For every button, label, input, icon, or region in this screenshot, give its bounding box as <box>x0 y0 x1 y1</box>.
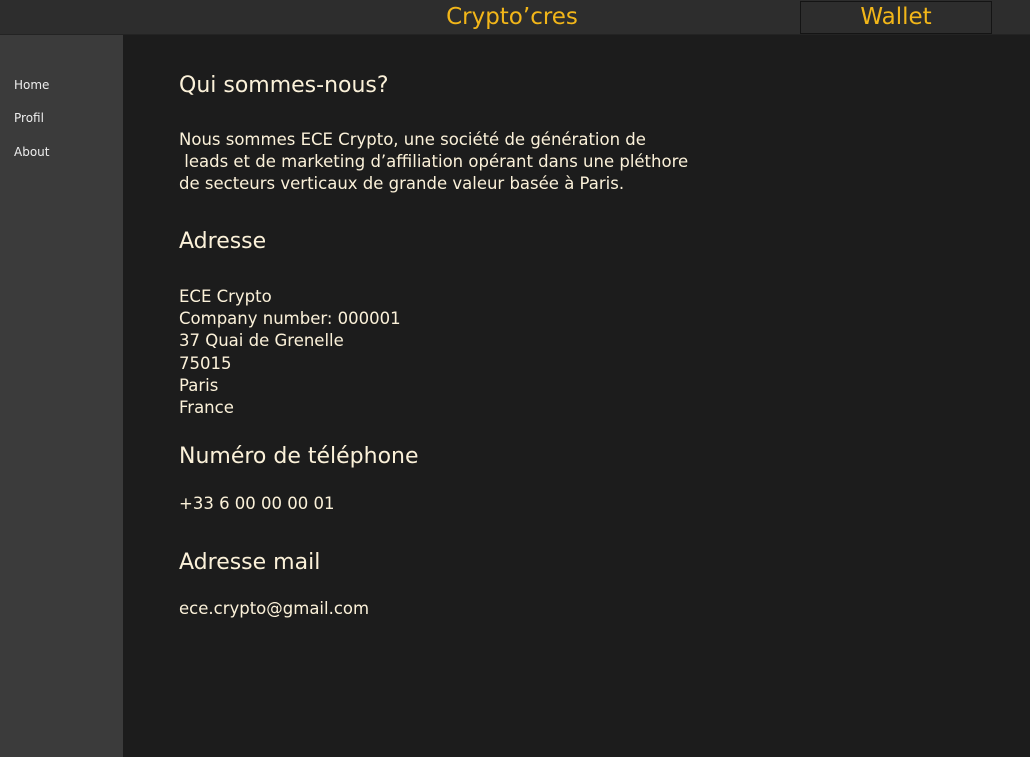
sidebar-item-about[interactable]: About <box>14 144 49 160</box>
email-address[interactable]: ece.crypto@gmail.com <box>179 598 369 620</box>
about-content: Qui sommes-nous? Nous sommes ECE Crypto,… <box>123 35 1030 757</box>
phone-number: +33 6 00 00 00 01 <box>179 494 335 513</box>
about-paragraph: Nous sommes ECE Crypto, une société de g… <box>179 129 688 196</box>
address-line: France <box>179 398 234 418</box>
address-line: ECE Crypto <box>179 287 272 306</box>
brand-title[interactable]: Crypto’cres <box>420 3 604 31</box>
address-heading: Adresse <box>179 229 267 254</box>
about-line: de secteurs verticaux de grande valeur b… <box>179 174 625 194</box>
about-heading: Qui sommes-nous? <box>179 73 389 98</box>
sidebar: Home Profil About <box>0 35 123 757</box>
sidebar-item-home[interactable]: Home <box>14 77 49 93</box>
address-block: ECE Crypto Company number: 000001 37 Qua… <box>179 286 401 419</box>
top-bar: Crypto’cres Wallet <box>0 0 1030 35</box>
address-line: 75015 <box>179 353 232 373</box>
email-heading: Adresse mail <box>179 550 321 575</box>
address-line: Paris <box>179 375 219 395</box>
wallet-button[interactable]: Wallet <box>800 1 992 34</box>
address-line: Company number: 000001 <box>179 309 401 329</box>
address-line: 37 Quai de Grenelle <box>179 331 344 351</box>
about-line: leads et de marketing d’affiliation opér… <box>179 152 689 172</box>
phone-heading: Numéro de téléphone <box>179 444 419 469</box>
sidebar-item-profil[interactable]: Profil <box>14 110 44 126</box>
about-line: Nous sommes ECE Crypto, une société de g… <box>179 130 646 149</box>
